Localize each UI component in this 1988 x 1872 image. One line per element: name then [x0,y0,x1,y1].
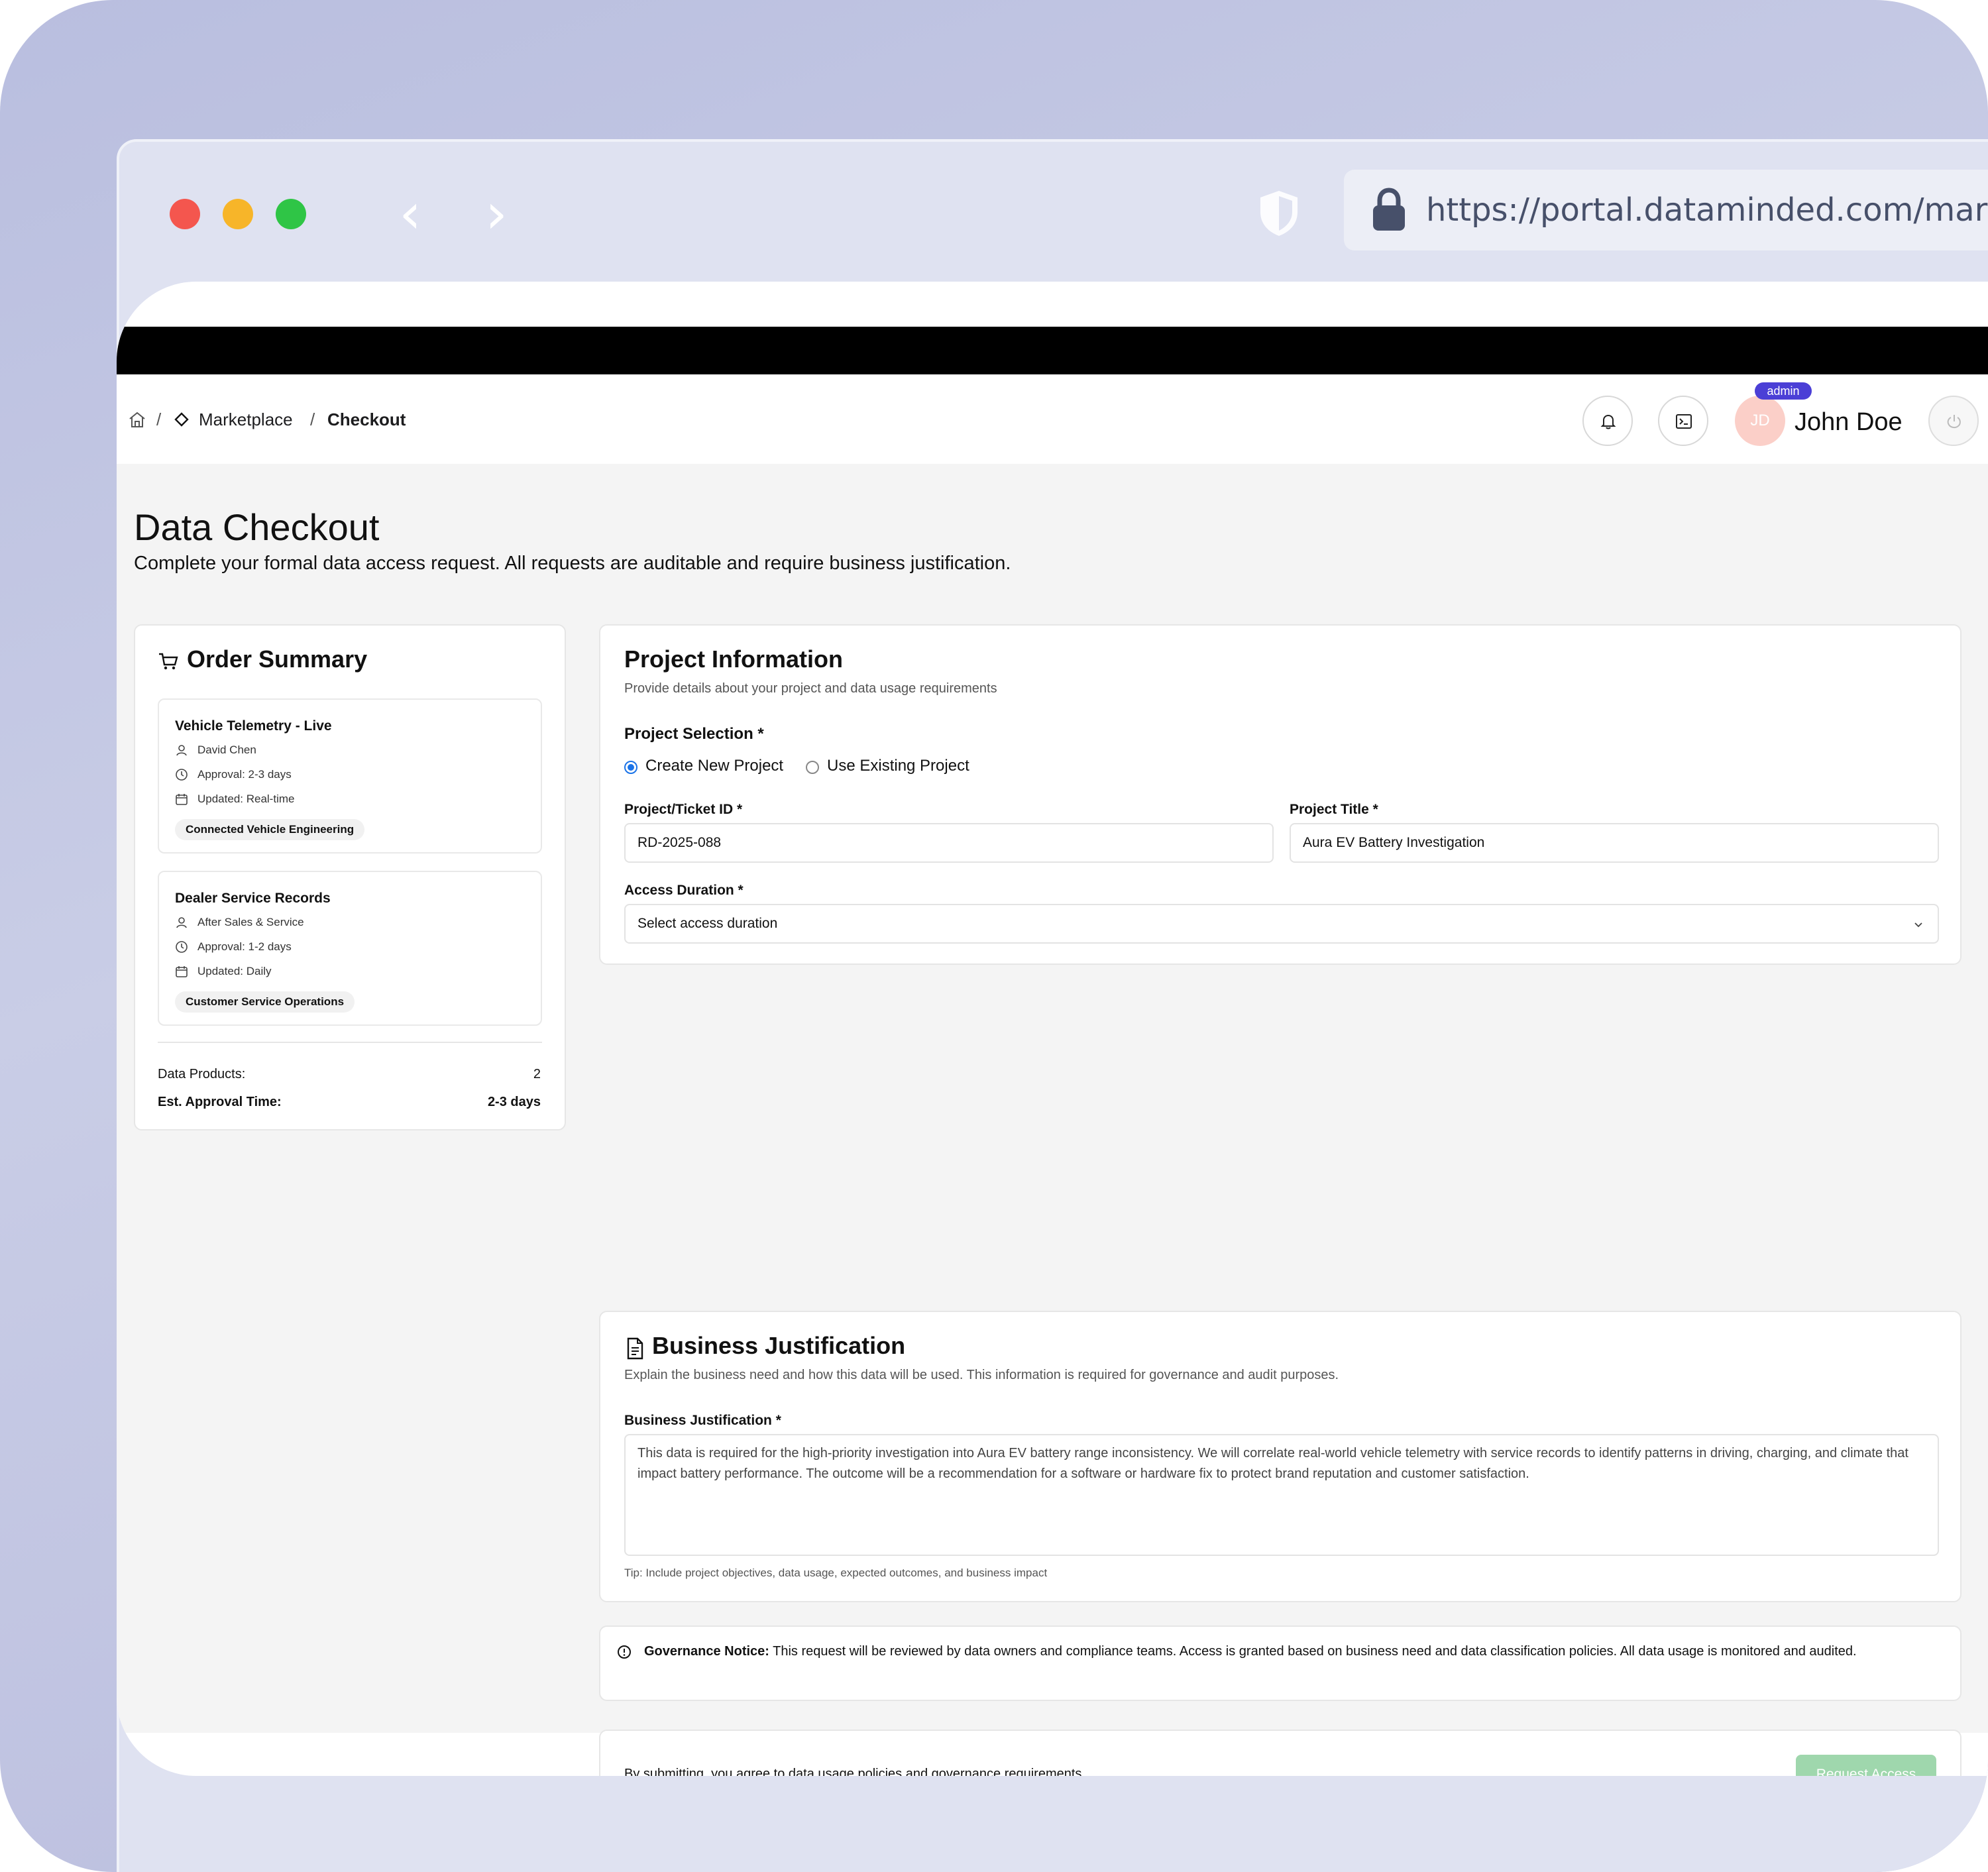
request-access-button[interactable]: Request Access [1796,1755,1936,1776]
justification-tip: Tip: Include project objectives, data us… [624,1567,1048,1579]
user-icon [176,917,187,928]
avatar[interactable]: JD [1735,396,1785,446]
notice-text: Governance Notice: This request will be … [644,1641,1943,1662]
page-viewport: / Marketplace / Checkout JD admin John D… [117,282,1988,1776]
forward-arrow-icon[interactable]: › [473,186,520,241]
home-icon[interactable] [127,410,147,429]
section-subtitle: Provide details about your project and d… [624,681,997,696]
role-badge: admin [1755,382,1812,400]
project-title-label: Project Title * [1290,802,1378,817]
product-approval: Approval: 2-3 days [197,768,292,781]
minimize-window-button[interactable] [223,199,253,229]
page-title: Data Checkout [134,506,380,548]
business-justification-card: Business Justification Explain the busin… [599,1311,1961,1602]
breadcrumb-marketplace[interactable]: Marketplace [199,409,293,430]
clock-icon [176,769,188,781]
address-bar[interactable]: https://portal.dataminded.com/marke [1344,170,1988,250]
user-icon [176,745,187,756]
section-title: Project Information [624,645,844,673]
governance-notice: Governance Notice: This request will be … [599,1625,1961,1701]
notifications-button[interactable] [1582,396,1633,446]
approval-time-label: Est. Approval Time: [158,1095,282,1109]
logout-button[interactable] [1928,396,1979,446]
main-content: Data Checkout Complete your formal data … [117,464,1988,1776]
access-duration-placeholder: Select access duration [637,916,778,931]
back-arrow-icon[interactable]: ‹ [387,186,433,241]
terminal-button[interactable] [1658,396,1708,446]
breadcrumb-separator: / [156,410,162,429]
bell-icon [1600,414,1616,429]
approval-time-value: 2-3 days [487,1095,541,1109]
lock-icon [1373,188,1405,231]
justification-textarea[interactable]: This data is required for the high-prior… [624,1434,1939,1556]
product-item: Vehicle Telemetry - Live David Chen Appr… [158,698,542,853]
justification-label: Business Justification * [624,1413,781,1428]
url-text: https://portal.dataminded.com/marke [1426,192,1988,229]
product-updated: Updated: Real-time [197,793,295,805]
header-bar: / Marketplace / Checkout JD admin John D… [117,374,1988,464]
submit-card: By submitting, you agree to data usage p… [599,1730,1961,1776]
access-duration-label: Access Duration * [624,883,744,898]
product-name: Dealer Service Records [175,891,331,906]
project-information-card: Project Information Provide details abou… [599,624,1961,965]
use-existing-project-label[interactable]: Use Existing Project [827,757,969,775]
create-new-project-label[interactable]: Create New Project [645,757,783,775]
project-title-input[interactable]: Aura EV Battery Investigation [1290,823,1939,863]
notice-body: This request will be reviewed by data ow… [769,1644,1857,1659]
submit-agreement-text: By submitting, you agree to data usage p… [624,1767,1085,1776]
data-products-label: Data Products: [158,1067,246,1081]
document-icon [627,1337,643,1360]
create-new-project-radio[interactable] [624,761,637,774]
info-icon [618,1645,631,1659]
calendar-icon [176,794,188,805]
terminal-icon [1676,414,1692,429]
breadcrumb-separator: / [310,410,315,429]
product-item: Dealer Service Records After Sales & Ser… [158,871,542,1026]
diamond-icon [174,412,189,427]
use-existing-project-radio[interactable] [806,761,819,774]
close-window-button[interactable] [170,199,200,229]
page-subtitle: Complete your formal data access request… [134,553,1011,574]
project-selection-label: Project Selection * [624,725,764,743]
data-products-value: 2 [533,1067,541,1081]
order-summary-title: Order Summary [187,645,368,673]
ticket-id-label: Project/Ticket ID * [624,802,743,817]
calendar-icon [176,966,188,977]
shield-icon[interactable] [1252,187,1305,240]
product-owner: David Chen [197,743,256,756]
domain-tag: Connected Vehicle Engineering [175,819,365,840]
maximize-window-button[interactable] [276,199,306,229]
product-updated: Updated: Daily [197,965,272,977]
browser-chrome: ‹ › https://portal.dataminded.com/marke [117,139,1988,278]
ticket-id-input[interactable]: RD-2025-088 [624,823,1274,863]
section-title: Business Justification [652,1332,906,1359]
notice-label: Governance Notice: [644,1644,769,1659]
product-approval: Approval: 1-2 days [197,940,292,953]
clock-icon [176,941,188,953]
divider [158,1042,542,1043]
breadcrumb-checkout: Checkout [327,410,406,429]
cart-icon [159,653,178,670]
power-icon [1947,415,1961,429]
chevron-down-icon [1914,922,1922,928]
top-banner [117,327,1988,374]
browser-window: ‹ › https://portal.dataminded.com/marke [117,139,1988,1872]
access-duration-select[interactable]: Select access duration [624,904,1939,944]
screenshot-frame: ‹ › https://portal.dataminded.com/marke [0,0,1988,1872]
product-name: Vehicle Telemetry - Live [175,718,332,734]
product-owner: After Sales & Service [197,916,304,928]
section-subtitle: Explain the business need and how this d… [624,1368,1339,1382]
order-summary-card: Order Summary Vehicle Telemetry - Live D… [134,624,566,1130]
domain-tag: Customer Service Operations [175,991,355,1013]
user-name[interactable]: John Doe [1795,408,1903,437]
